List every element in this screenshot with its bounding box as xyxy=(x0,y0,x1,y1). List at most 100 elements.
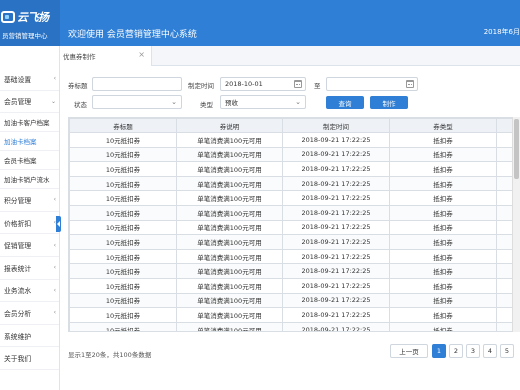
sidebar-subitem[interactable]: 加油卡档案 xyxy=(0,132,59,152)
table-row[interactable]: 10元抵扣券 单笔消费满100元可用 2018-09-21 17:22:25 抵扣券 xyxy=(69,161,519,177)
table-cell: 单笔消费满100元可用 xyxy=(176,292,283,309)
table-cell: 10元抵扣券 xyxy=(69,307,177,323)
table-row[interactable]: 10元抵扣券 单笔消费满100元可用 2018-09-21 17:22:25 抵扣券 xyxy=(69,263,519,279)
end-date-input[interactable] xyxy=(326,77,418,91)
table-cell: 2018-09-21 17:22:25 xyxy=(282,190,390,206)
column-header: 制定时间 xyxy=(282,118,390,133)
table-header-row: 券标题 券说明 制定时间 券类型 xyxy=(69,118,519,133)
page-button[interactable]: 2 xyxy=(449,344,463,358)
sidebar-item-label: 促销管理 xyxy=(4,242,32,251)
sidebar-group[interactable]: 会员管理 ⌄ xyxy=(0,91,59,114)
table-row[interactable]: 10元抵扣券 单笔消费满100元可用 2018-09-21 17:22:25 抵扣券 xyxy=(69,190,519,206)
scrollbar-thumb[interactable] xyxy=(514,119,519,179)
column-header: 券类型 xyxy=(389,118,497,133)
sidebar-group[interactable]: 业务流水 ‹ xyxy=(0,280,59,303)
sidebar-item-label: 会员管理 xyxy=(4,98,32,107)
table-cell: 2018-09-21 17:22:25 xyxy=(282,161,390,177)
table-cell: 单笔消费满100元可用 xyxy=(176,248,283,265)
table-cell: 抵扣券 xyxy=(389,263,497,279)
sidebar-menu: 基础设置 ‹ 会员管理 ⌄ 加油卡客户档案 加油卡档案 会员卡档案 加油卡销户流水 积分管理 ‹ 价… xyxy=(0,68,59,370)
table-row[interactable]: 10元抵扣券 单笔消费满100元可用 2018-09-21 17:22:25 抵扣券 xyxy=(69,146,519,163)
table-cell: 抵扣券 xyxy=(389,219,497,236)
table-cell: 单笔消费满100元可用 xyxy=(176,175,283,192)
sidebar-item-label: 基础设置 xyxy=(4,75,32,84)
table-row[interactable]: 10元抵扣券 单笔消费满100元可用 2018-09-21 17:22:25 抵扣券 xyxy=(69,321,519,331)
table-row[interactable]: 10元抵扣券 单笔消费满100元可用 2018-09-21 17:22:25 抵扣券 xyxy=(69,277,519,294)
table-cell: 抵扣券 xyxy=(389,292,497,309)
sidebar-item-label: 加油卡档案 xyxy=(4,138,37,147)
chevron-left-icon: ‹ xyxy=(53,75,56,83)
table-cell: 10元抵扣券 xyxy=(69,277,177,294)
start-date-input[interactable]: 2018-10-01 xyxy=(220,77,306,91)
table-row[interactable]: 10元抵扣券 单笔消费满100元可用 2018-09-21 17:22:25 抵扣券 xyxy=(69,307,519,323)
calendar-icon[interactable] xyxy=(294,80,302,88)
table-scrollbar[interactable] xyxy=(512,117,520,332)
search-button[interactable]: 查询 xyxy=(326,96,364,109)
table-row[interactable]: 10元抵扣券 单笔消费满100元可用 2018-09-21 17:22:25 抵扣券 xyxy=(69,248,519,265)
main-content: 券标题 制定时间 2018-10-01 至 状态 ⌄ 类型 预收 ⌄ 查询 制作 xyxy=(60,67,520,390)
table-cell: 抵扣券 xyxy=(389,175,497,192)
table-cell: 2018-09-21 17:22:25 xyxy=(282,132,390,148)
close-icon[interactable]: × xyxy=(138,51,145,59)
table-cell: 单笔消费满100元可用 xyxy=(176,321,283,331)
table-cell: 10元抵扣券 xyxy=(69,219,177,236)
make-button[interactable]: 制作 xyxy=(370,96,408,109)
table-cell: 单笔消费满100元可用 xyxy=(176,161,283,177)
logo-brand-text: 云飞扬 xyxy=(17,11,49,24)
table-cell: 10元抵扣券 xyxy=(69,321,177,331)
tab-coupon-make[interactable]: 优惠券制作 × xyxy=(60,46,152,66)
page-button[interactable]: 1 xyxy=(432,344,446,358)
table-cell: 抵扣券 xyxy=(389,146,497,163)
table-body: 10元抵扣券 单笔消费满100元可用 2018-09-21 17:22:25 抵扣券 1… xyxy=(69,132,519,331)
table-cell: 10元抵扣券 xyxy=(69,234,177,250)
logo-subtitle: 员营销管理中心 xyxy=(2,32,48,40)
table-row[interactable]: 10元抵扣券 单笔消费满100元可用 2018-09-21 17:22:25 抵扣券 xyxy=(69,234,519,250)
table-cell: 单笔消费满100元可用 xyxy=(176,277,283,294)
table-cell: 10元抵扣券 xyxy=(69,292,177,309)
table-row[interactable]: 10元抵扣券 单笔消费满100元可用 2018-09-21 17:22:25 抵扣券 xyxy=(69,219,519,236)
table-cell: 2018-09-21 17:22:25 xyxy=(282,146,390,163)
table-cell: 抵扣券 xyxy=(389,190,497,206)
sidebar-group[interactable]: 积分管理 ‹ xyxy=(0,189,59,212)
chevron-left-icon: ‹ xyxy=(53,309,56,317)
table-row[interactable]: 10元抵扣券 单笔消费满100元可用 2018-09-21 17:22:25 抵扣券 xyxy=(69,175,519,192)
coupon-title-input[interactable] xyxy=(92,77,182,91)
table-cell: 2018-09-21 17:22:25 xyxy=(282,248,390,265)
sidebar-subitem[interactable]: 会员卡档案 xyxy=(0,151,59,171)
type-select[interactable]: 预收 ⌄ xyxy=(220,95,306,109)
column-header: 券说明 xyxy=(176,118,283,133)
table-row[interactable]: 10元抵扣券 单笔消费满100元可用 2018-09-21 17:22:25 抵扣券 xyxy=(69,132,519,148)
status-select[interactable]: ⌄ xyxy=(92,95,182,109)
page-button[interactable]: 3 xyxy=(466,344,480,358)
table-cell: 单笔消费满100元可用 xyxy=(176,190,283,206)
calendar-icon[interactable] xyxy=(406,80,414,88)
table-cell: 单笔消费满100元可用 xyxy=(176,132,283,148)
sidebar-group[interactable]: 报表统计 ‹ xyxy=(0,257,59,280)
sidebar-group[interactable]: 关于我们 xyxy=(0,347,59,370)
table-cell: 10元抵扣券 xyxy=(69,146,177,163)
sidebar-item-label: 价格折扣 xyxy=(4,219,32,228)
sidebar-group[interactable]: 会员分析 ‹ xyxy=(0,302,59,325)
column-header: 券标题 xyxy=(69,118,177,133)
sidebar-item-label: 加油卡销户流水 xyxy=(4,176,50,185)
table-cell: 2018-09-21 17:22:25 xyxy=(282,219,390,236)
table-row[interactable]: 10元抵扣券 单笔消费满100元可用 2018-09-21 17:22:25 抵扣券 xyxy=(69,204,519,221)
chevron-down-icon: ⌄ xyxy=(171,98,177,106)
table-cell: 单笔消费满100元可用 xyxy=(176,263,283,279)
prev-page-button[interactable]: 上一页 xyxy=(390,344,428,358)
sidebar-group[interactable]: 系统维护 xyxy=(0,325,59,348)
sidebar-group[interactable]: 促销管理 ‹ xyxy=(0,234,59,257)
table-cell: 2018-09-21 17:22:25 xyxy=(282,307,390,323)
sidebar-item-label: 会员卡档案 xyxy=(4,157,37,166)
table-cell: 抵扣券 xyxy=(389,248,497,265)
sidebar-group[interactable]: 价格折扣 ‹ xyxy=(0,212,59,235)
sidebar-subitem[interactable]: 加油卡客户档案 xyxy=(0,113,59,133)
table-row[interactable]: 10元抵扣券 单笔消费满100元可用 2018-09-21 17:22:25 抵扣券 xyxy=(69,292,519,309)
page-button[interactable]: 5 xyxy=(500,344,514,358)
sidebar-group[interactable]: 基础设置 ‹ xyxy=(0,68,59,91)
sidebar-subitem[interactable]: 加油卡销户流水 xyxy=(0,170,59,190)
page-button[interactable]: 4 xyxy=(483,344,497,358)
table-cell: 抵扣券 xyxy=(389,132,497,148)
table-cell: 抵扣券 xyxy=(389,277,497,294)
logo: 云飞扬 员营销管理中心 xyxy=(0,0,60,46)
